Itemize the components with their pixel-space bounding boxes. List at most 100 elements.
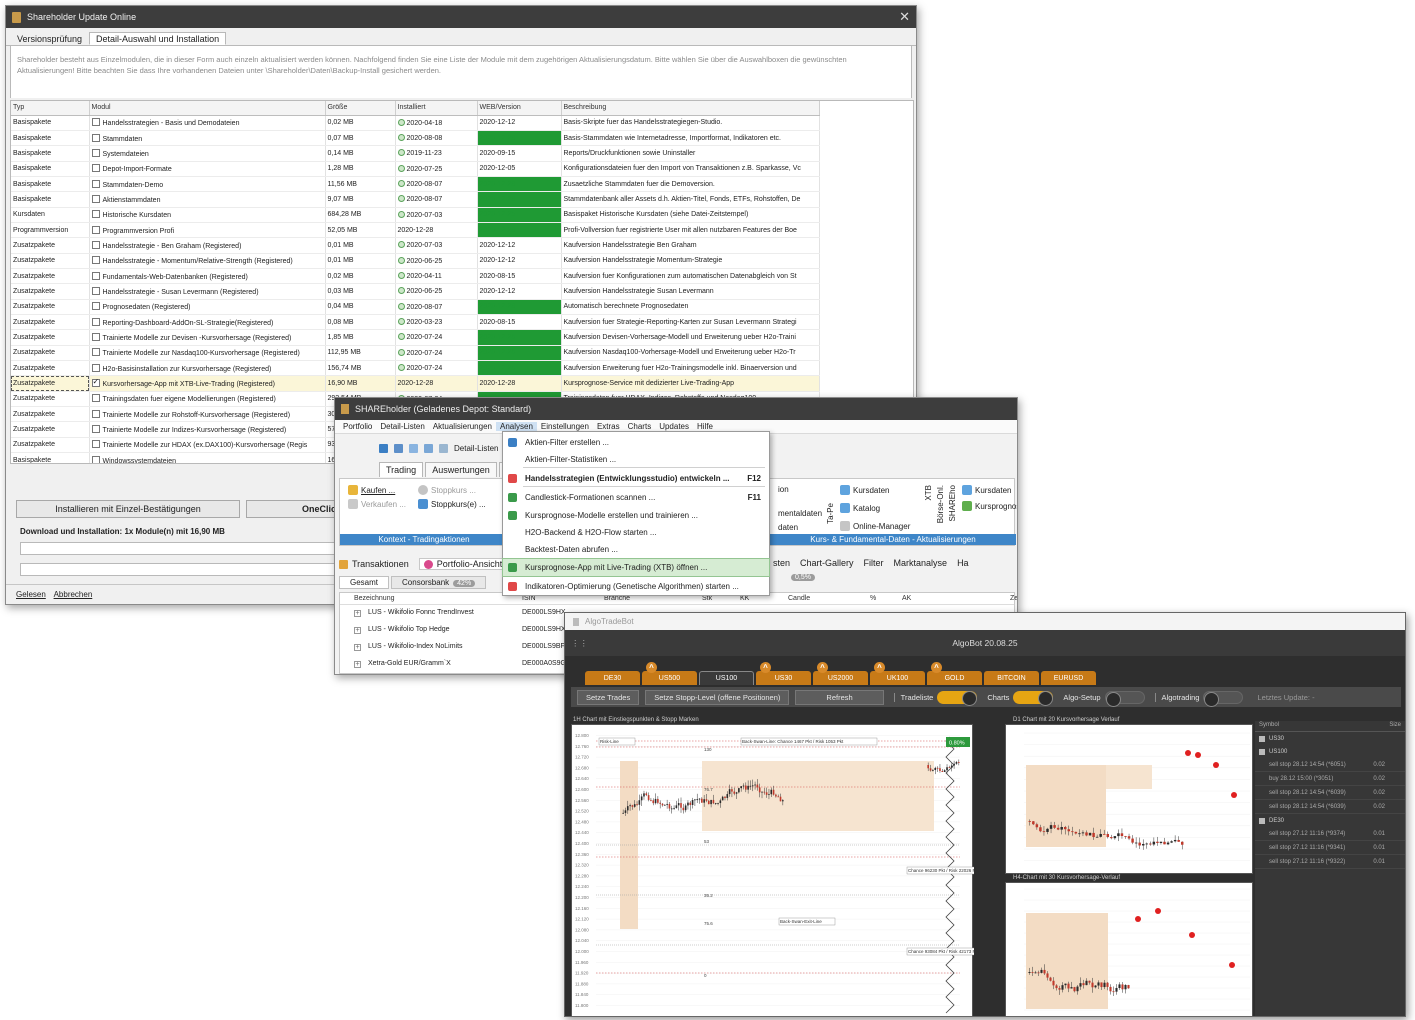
market-tab[interactable]: US100 [699,671,754,685]
select-checkbox[interactable] [91,256,100,265]
select-checkbox[interactable] [91,210,100,219]
tab-listen[interactable]: sten [773,558,790,568]
select-checkbox[interactable] [91,286,100,295]
kursprognose-button[interactable]: Kursprognose [962,501,1017,511]
menu-updates[interactable]: Updates [655,422,693,431]
menu-detail-listen[interactable]: Detail-Listen [376,422,428,431]
select-checkbox[interactable] [91,363,100,372]
print-icon[interactable] [394,444,403,453]
trade-row[interactable]: sell stop 27.12 11:16 (*9322) 0.01 [1255,855,1405,869]
expand-icon[interactable]: + [354,627,361,634]
detail-listen-label[interactable]: Detail-Listen [454,444,498,453]
tab-gesamt[interactable]: Gesamt [339,576,390,589]
list-col-header[interactable]: Zeit [1010,595,1017,602]
kaufen-button[interactable]: Kaufen ... [348,485,395,495]
table-row[interactable]: Zusatzpakete Trainierte Modelle zur Nasda… [11,345,820,362]
ribbon-fragment-daten[interactable]: daten [778,523,798,532]
tab-ha[interactable]: Ha [957,558,969,568]
col-header[interactable]: WEB/Version [477,101,562,116]
menu-charts[interactable]: Charts [624,422,656,431]
menu-einstellungen[interactable]: Einstellungen [537,422,593,431]
select-checkbox[interactable] [91,348,100,357]
select-checkbox[interactable] [91,133,100,142]
stoppkurse-button[interactable]: Stoppkurs(e) ... [418,499,486,509]
link-icon[interactable] [424,444,433,453]
tab-trading[interactable]: Trading [379,462,424,477]
collapse-icon[interactable] [1259,735,1265,742]
close-icon[interactable]: ✕ [899,9,910,25]
list-col-header[interactable]: KK [740,595,749,602]
trade-row[interactable]: buy 28.12 15:00 (*3051) 0.02 [1255,772,1405,786]
trade-row[interactable]: sell stop 27.12 11:16 (*9341) 0.01 [1255,841,1405,855]
list-col-header[interactable]: Candle [788,595,810,602]
refresh-button[interactable]: Refresh [795,689,884,705]
select-checkbox[interactable] [91,455,100,463]
trade-row[interactable]: sell stop 27.12 11:16 (*9374) 0.01 [1255,827,1405,841]
set-stop-button[interactable]: Setze Stopp-Level (offene Positionen) [645,689,790,705]
collapse-icon[interactable] [1259,748,1265,755]
table-row[interactable]: Zusatzpakete Prognosedaten (Registered) 0,… [11,299,820,315]
col-header[interactable]: Modul [89,101,326,116]
menu-item[interactable]: H2O-Backend & H2O-Flow starten ... [503,524,769,541]
charts-toggle[interactable] [1013,690,1054,706]
select-checkbox[interactable] [91,118,100,127]
list-col-header[interactable]: Branche [604,595,630,602]
select-checkbox[interactable] [91,225,100,234]
table-row[interactable]: Basispakete Stammdaten 0,07 MB 2020-08-08 20… [11,130,820,147]
market-tab[interactable]: EURUSD [1041,671,1096,685]
tab-consorsbank[interactable]: Consorsbank 42% [391,576,487,589]
tab-marktanalyse[interactable]: Marktanalyse [894,558,948,568]
tab-versionspruefung[interactable]: Versionsprüfung [10,32,89,45]
market-tab[interactable]: ^ US30 [756,662,811,685]
select-checkbox[interactable] [91,425,100,434]
select-checkbox[interactable] [91,317,100,326]
expand-icon[interactable]: + [354,644,361,651]
select-checkbox[interactable] [91,440,100,449]
katalog-button[interactable]: Katalog [840,503,880,513]
table-row[interactable]: Zusatzpakete H2o-Basisinstallation zur Ku… [11,360,820,377]
list-col-header[interactable]: ISIN [522,595,536,602]
select-checkbox[interactable] [91,394,100,403]
menu-item[interactable]: Indikatoren-Optimierung (Genetische Algo… [503,578,769,595]
table-row[interactable]: Programmversion Programmversion Profi 52,0… [11,222,820,239]
select-checkbox[interactable] [91,409,100,418]
col-header[interactable]: Installiert [395,101,478,116]
menu-item[interactable]: Handelsstrategien (Entwicklungsstudio) e… [503,470,769,487]
table-row[interactable]: Basispakete Depot-Import-Formate 1,28 MB 20… [11,161,820,177]
table-row[interactable]: Zusatzpakete Trainierte Modelle zur Devis… [11,329,820,346]
trade-row[interactable]: sell stop 28.12 14:54 (*6039) 0.02 [1255,800,1405,814]
table-row[interactable]: Basispakete Handelsstrategien - Basis und… [11,115,820,131]
select-checkbox[interactable] [91,179,100,188]
status-abbrechen[interactable]: Abbrechen [54,590,93,599]
menu-portfolio[interactable]: Portfolio [339,422,376,431]
table-row[interactable]: Zusatzpakete Reporting-Dashboard-AddOn-SL… [11,314,820,331]
tab-auswertungen[interactable]: Auswertungen [425,462,497,477]
table-row[interactable]: Zusatzpakete Kursvorhersage-App mit XTB-L… [11,375,820,392]
list-col-header[interactable]: Bezeichnung [354,595,394,602]
select-checkbox[interactable] [91,240,100,249]
menu-item[interactable]: Candlestick-Formationen scannen ... F11 [503,489,769,506]
menu-aktualisierungen[interactable]: Aktualisierungen [429,422,496,431]
market-tab[interactable]: ^ GOLD [927,662,982,685]
market-tab[interactable]: ^ US500 [642,662,697,685]
symbol-group[interactable]: US100 [1255,745,1405,758]
table-row[interactable]: Basispakete Aktienstammdaten 9,07 MB 2020-0… [11,191,820,208]
table-row[interactable]: Basispakete Stammdaten-Demo 11,56 MB 2020-0… [11,176,820,193]
collapse-icon[interactable] [1259,817,1265,824]
list-col-header[interactable]: % [870,595,876,602]
table-row[interactable]: Basispakete Systemdateien 0,14 MB 2019-11-2… [11,145,820,162]
menu-extras[interactable]: Extras [593,422,624,431]
table-row[interactable]: Kursdaten Historische Kursdaten 684,28 MB 2… [11,207,820,223]
install-button[interactable]: Installieren mit Einzel-Bestätigungen [16,500,240,518]
list-col-header[interactable]: Stk [702,595,712,602]
tab-portfolio-ansicht[interactable]: Portfolio-Ansicht [418,558,508,570]
menu-hilfe[interactable]: Hilfe [693,422,717,431]
save-icon[interactable] [379,444,388,453]
menu-analysen[interactable]: Analysen [495,422,537,431]
algo-setup-toggle[interactable] [1104,690,1145,707]
select-checkbox[interactable] [91,377,100,388]
market-tab[interactable]: ^ UK100 [870,662,925,685]
menu-item[interactable]: Aktien-Filter erstellen ... [503,434,769,451]
table-row[interactable]: Zusatzpakete Handelsstrategie - Ben Graha… [11,237,820,254]
list-col-header[interactable]: AK [902,595,911,602]
